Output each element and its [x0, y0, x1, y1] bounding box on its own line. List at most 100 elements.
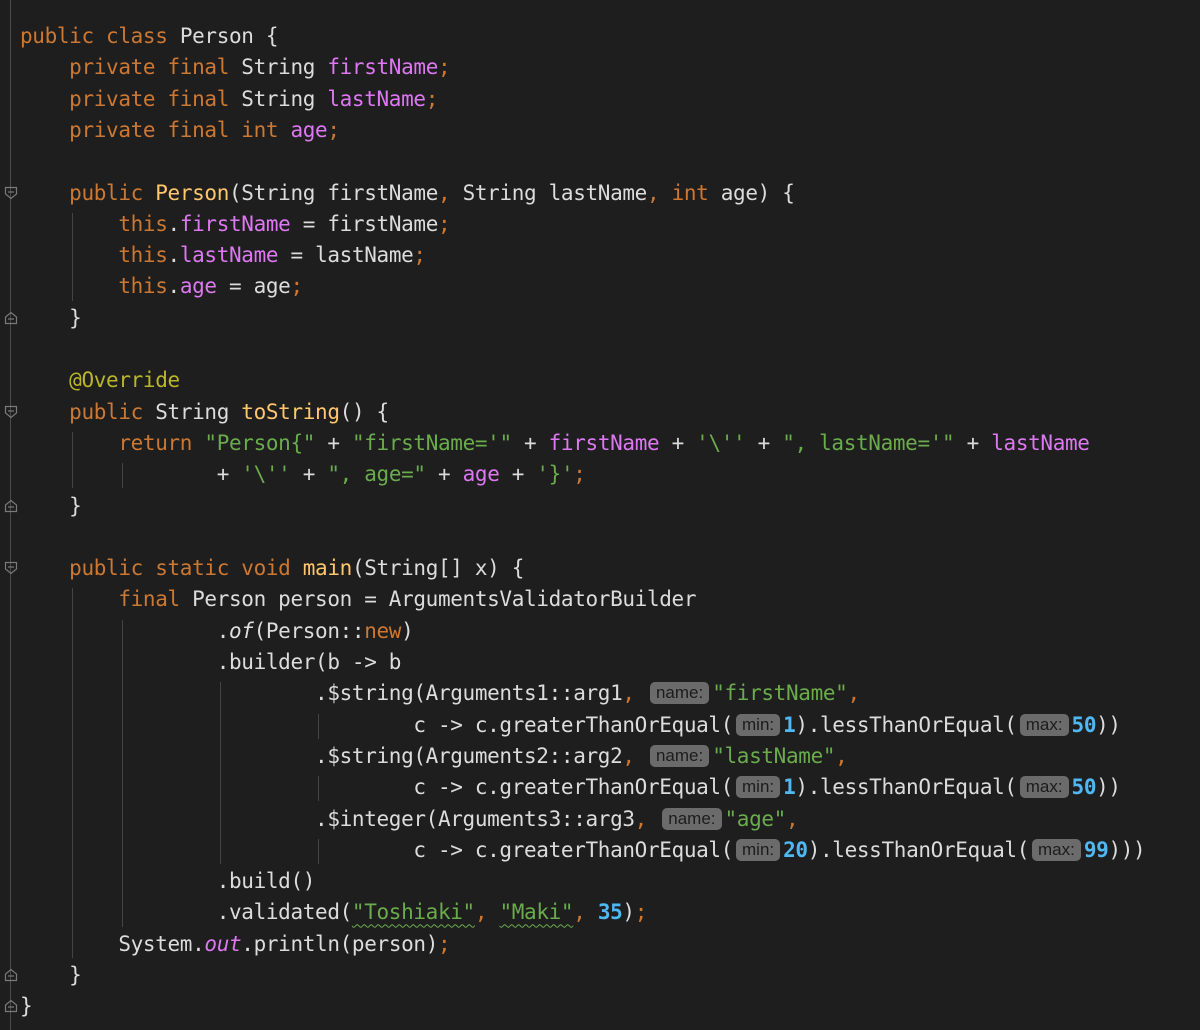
code-token: ))): [1108, 837, 1146, 862]
code-line[interactable]: this.lastName = lastName;: [20, 240, 426, 271]
code-token: 1: [783, 775, 796, 800]
code-token: System.: [20, 931, 205, 956]
code-token: +: [315, 430, 352, 455]
code-token: }: [20, 963, 82, 987]
code-token: firstName: [327, 55, 438, 80]
code-token: Person person = ArgumentsValidatorBuilde…: [192, 587, 697, 612]
code-token: return: [20, 430, 205, 455]
code-token: , int: [646, 180, 721, 205]
code-token: ;: [413, 243, 426, 268]
code-token: '\'': [696, 430, 746, 455]
code-token: ,: [835, 743, 848, 768]
code-token: ,: [622, 681, 647, 706]
code-token: public: [20, 399, 156, 424]
code-token: ;: [425, 86, 439, 111]
code-token: "age": [724, 806, 787, 831]
code-token: .$integer(Arguments3::arg3: [20, 806, 635, 831]
code-token: age: [290, 117, 328, 142]
code-token: () {: [339, 399, 390, 424]
code-line[interactable]: @Override: [20, 365, 180, 396]
code-token: .: [167, 211, 181, 236]
code-token: this: [20, 243, 168, 268]
code-line[interactable]: private final int age;: [20, 115, 340, 146]
code-line[interactable]: public class Person {: [20, 21, 279, 52]
code-token: '\'': [241, 462, 291, 487]
code-line[interactable]: .build(): [20, 866, 316, 897]
code-token: public: [20, 180, 156, 205]
fold-end-icon[interactable]: [4, 999, 18, 1013]
code-token: 99: [1083, 837, 1109, 862]
code-token: main: [302, 556, 353, 581]
code-token: ;: [573, 462, 586, 487]
code-line[interactable]: .$integer(Arguments3::arg3, name: "age",: [20, 804, 799, 835]
code-token: ): [622, 900, 635, 925]
code-line[interactable]: .of(Person::new): [20, 616, 414, 647]
code-line[interactable]: private final String lastName;: [20, 84, 438, 115]
code-token: .: [167, 243, 181, 268]
code-token: ).lessThanOrEqual(: [795, 775, 1017, 800]
code-token: final: [20, 587, 193, 612]
code-line[interactable]: + '\'' + ", age=" + age + '}';: [20, 459, 586, 490]
code-line[interactable]: private final String firstName;: [20, 52, 450, 83]
parameter-hint: min:: [736, 776, 781, 799]
code-token: c -> c.greaterThanOrEqual(: [20, 712, 733, 737]
code-token: = firstName: [290, 211, 439, 236]
code-line[interactable]: this.age = age;: [20, 271, 303, 302]
code-line[interactable]: }: [20, 303, 82, 334]
code-token: toString: [241, 399, 340, 424]
code-line[interactable]: }: [20, 960, 82, 991]
code-token: c -> c.greaterThanOrEqual(: [20, 775, 733, 800]
code-line[interactable]: .$string(Arguments2::arg2, name: "lastNam…: [20, 741, 848, 772]
fold-end-icon[interactable]: [4, 311, 18, 325]
code-token: +: [499, 462, 537, 487]
code-line[interactable]: this.firstName = firstName;: [20, 209, 450, 240]
code-token: = age: [216, 274, 291, 299]
code-token: age: [462, 462, 500, 487]
code-token: ,: [847, 681, 860, 706]
code-token: .builder(b -> b: [20, 650, 402, 674]
code-token: this: [20, 211, 168, 236]
code-token: +: [511, 430, 549, 455]
code-token: String lastName: [462, 180, 648, 205]
code-editor[interactable]: public class Person { private final Stri…: [0, 0, 1200, 1030]
code-line[interactable]: final Person person = ArgumentsValidator…: [20, 584, 696, 615]
code-token: .: [20, 618, 230, 643]
fold-collapse-icon[interactable]: [4, 405, 18, 419]
code-token: (String firstName: [229, 180, 438, 205]
code-line[interactable]: c -> c.greaterThanOrEqual(min: 20).lessTh…: [20, 835, 1145, 866]
code-line[interactable]: }: [20, 991, 33, 1022]
code-token: .println(person): [241, 931, 438, 956]
code-token: 35: [597, 900, 623, 925]
code-line[interactable]: public static void main(String[] x) {: [20, 553, 524, 584]
parameter-hint: min:: [736, 713, 781, 736]
code-token: lastName: [179, 243, 279, 268]
fold-collapse-icon[interactable]: [4, 561, 18, 575]
code-token: +: [954, 430, 992, 455]
code-line[interactable]: public String toString() {: [20, 397, 389, 428]
code-line[interactable]: }: [20, 491, 82, 522]
code-token: ;: [634, 900, 648, 925]
code-token: "lastName": [712, 743, 836, 768]
code-token: .$string(Arguments2::arg2: [20, 743, 623, 768]
code-token: +: [745, 430, 783, 455]
parameter-hint: max:: [1032, 838, 1081, 861]
code-line[interactable]: c -> c.greaterThanOrEqual(min: 1).lessTha…: [20, 772, 1121, 803]
code-token: "Toshiaki": [351, 900, 475, 925]
code-line[interactable]: .$string(Arguments1::arg1, name: "firstNa…: [20, 678, 860, 709]
code-line[interactable]: return "Person{" + "firstName='" + first…: [20, 428, 1090, 459]
fold-end-icon[interactable]: [4, 499, 18, 513]
code-line[interactable]: .builder(b -> b: [20, 647, 402, 678]
parameter-hint: min:: [736, 838, 781, 861]
code-token: ", lastName='": [782, 430, 955, 455]
code-token: ,: [474, 900, 500, 925]
code-line[interactable]: .validated("Toshiaki", "Maki", 35);: [20, 897, 648, 928]
code-line[interactable]: c -> c.greaterThanOrEqual(min: 1).lessTha…: [20, 710, 1121, 741]
fold-collapse-icon[interactable]: [4, 186, 18, 200]
code-token: ,: [785, 806, 799, 831]
code-token: @Override: [20, 368, 180, 393]
code-line[interactable]: public Person(String firstName, String l…: [20, 178, 795, 209]
fold-end-icon[interactable]: [4, 968, 18, 982]
code-token: .: [167, 274, 181, 299]
code-token: Person: [155, 180, 229, 205]
code-line[interactable]: System.out.println(person);: [20, 929, 450, 960]
